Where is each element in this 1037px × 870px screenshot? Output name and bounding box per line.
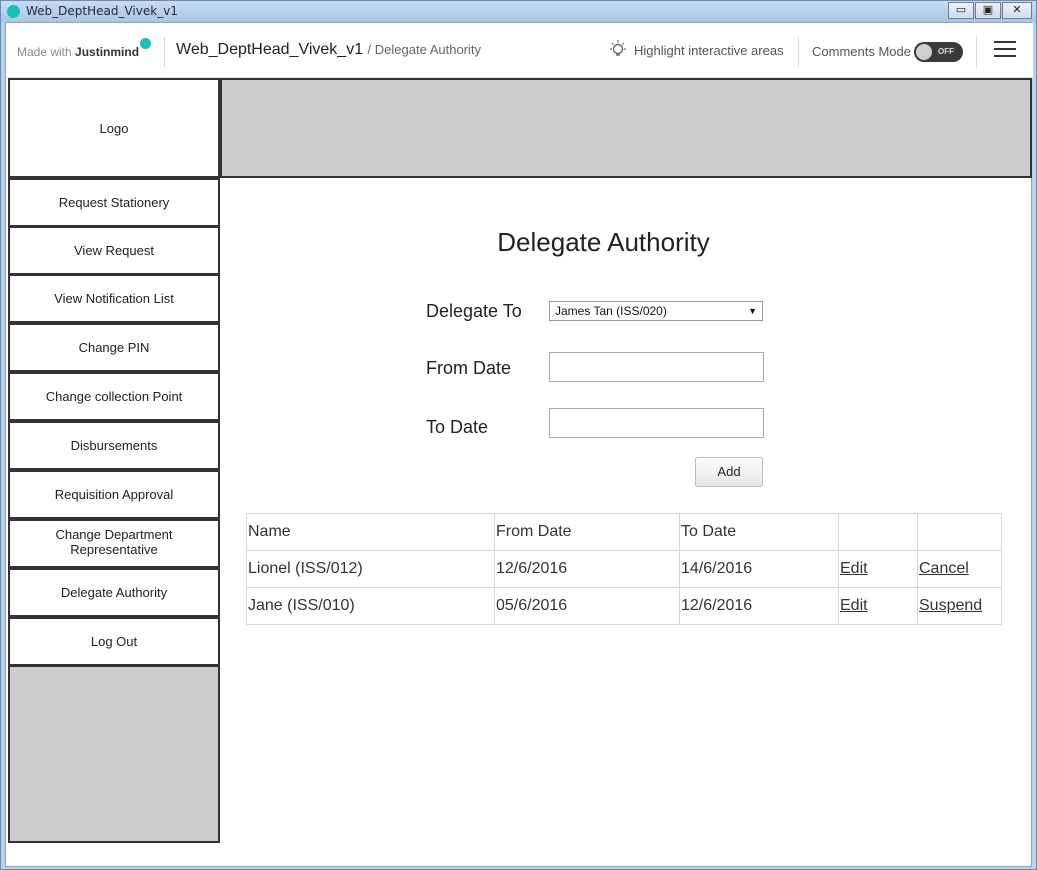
- lightbulb-icon[interactable]: [609, 40, 627, 60]
- delegation-table: Name From Date To Date Lionel (ISS/012) …: [246, 513, 1002, 625]
- highlight-interactive-toggle[interactable]: Highlight interactive areas: [634, 43, 784, 58]
- header-divider: [164, 37, 165, 67]
- page-path: / Delegate Authority: [367, 42, 482, 57]
- client-area: Made with Justinmind Web_DeptHead_Vivek_…: [5, 22, 1033, 867]
- close-button[interactable]: ✕: [1002, 2, 1032, 19]
- app-icon: [7, 5, 20, 18]
- cell-action2: Cancel: [917, 550, 1002, 588]
- page-title: Delegate Authority: [497, 227, 710, 257]
- made-with-label[interactable]: Made with Justinmind: [17, 45, 139, 59]
- brand-logo-icon: [140, 38, 151, 49]
- cell-from-date: 05/6/2016: [494, 587, 680, 625]
- app-window: Web_DeptHead_Vivek_v1 ▭ ▣ ✕ Made with Ju…: [0, 0, 1037, 870]
- menu-icon[interactable]: [994, 41, 1016, 59]
- header-divider: [976, 37, 977, 67]
- cell-to-date: 14/6/2016: [679, 550, 839, 588]
- logo-placeholder: Logo: [8, 78, 220, 178]
- nav-delegate-authority[interactable]: Delegate Authority: [8, 568, 220, 617]
- cell-action2: Suspend: [917, 587, 1002, 625]
- edit-link[interactable]: Edit: [840, 597, 868, 614]
- cell-from-date: 12/6/2016: [494, 550, 680, 588]
- switch-knob: [916, 44, 932, 60]
- suspend-link[interactable]: Suspend: [919, 597, 982, 614]
- comments-mode-switch[interactable]: OFF: [914, 42, 963, 62]
- delegate-to-label: Delegate To: [426, 301, 522, 321]
- nav-view-notification-list[interactable]: View Notification List: [8, 274, 220, 323]
- minimize-button[interactable]: ▭: [948, 2, 974, 19]
- header-divider: [798, 37, 799, 67]
- nav-log-out[interactable]: Log Out: [8, 617, 220, 666]
- table-row: Lionel (ISS/012) 12/6/2016 14/6/2016 Edi…: [246, 550, 1002, 588]
- dropdown-arrow-icon: ▼: [748, 306, 757, 316]
- edit-link[interactable]: Edit: [840, 560, 868, 577]
- brand-name: Justinmind: [75, 45, 140, 59]
- column-header-from-date: From Date: [494, 513, 680, 551]
- restore-button[interactable]: ▣: [975, 2, 1001, 19]
- nav-change-department-representative[interactable]: Change Department Representative: [8, 519, 220, 568]
- column-header-action1: [838, 513, 918, 551]
- cell-name: Lionel (ISS/012): [246, 550, 495, 588]
- comments-mode-label: Comments Mode: [812, 44, 911, 59]
- made-with-text: Made with: [17, 45, 72, 59]
- nav-change-collection-point[interactable]: Change collection Point: [8, 372, 220, 421]
- table-row: Jane (ISS/010) 05/6/2016 12/6/2016 Edit …: [246, 587, 1002, 625]
- window-controls: ▭ ▣ ✕: [947, 2, 1032, 19]
- cell-action1: Edit: [838, 587, 918, 625]
- banner-placeholder: [220, 78, 1032, 178]
- column-header-to-date: To Date: [679, 513, 839, 551]
- nav-requisition-approval[interactable]: Requisition Approval: [8, 470, 220, 519]
- project-name: Web_DeptHead_Vivek_v1: [176, 41, 364, 58]
- nav-disbursements[interactable]: Disbursements: [8, 421, 220, 470]
- nav-change-pin[interactable]: Change PIN: [8, 323, 220, 372]
- window-titlebar[interactable]: Web_DeptHead_Vivek_v1 ▭ ▣ ✕: [1, 1, 1036, 22]
- cell-to-date: 12/6/2016: [679, 587, 839, 625]
- sidebar-filler: [8, 665, 220, 843]
- nav-view-request[interactable]: View Request: [8, 226, 220, 275]
- project-breadcrumb: Web_DeptHead_Vivek_v1 / Delegate Authori…: [176, 41, 481, 59]
- add-button[interactable]: Add: [695, 457, 763, 487]
- delegate-to-select[interactable]: James Tan (ISS/020) ▼: [549, 301, 763, 321]
- column-header-action2: [917, 513, 1002, 551]
- cell-action1: Edit: [838, 550, 918, 588]
- delegate-to-value: James Tan (ISS/020): [555, 304, 667, 318]
- switch-state: OFF: [938, 47, 954, 56]
- cell-name: Jane (ISS/010): [246, 587, 495, 625]
- column-header-name: Name: [246, 513, 495, 551]
- to-date-input[interactable]: [549, 408, 764, 438]
- to-date-label: To Date: [426, 417, 489, 437]
- from-date-input[interactable]: [549, 352, 764, 382]
- viewer-header: Made with Justinmind Web_DeptHead_Vivek_…: [6, 23, 1033, 78]
- table-header-row: Name From Date To Date: [246, 513, 1002, 551]
- from-date-label: From Date: [426, 358, 512, 378]
- window-title: Web_DeptHead_Vivek_v1: [26, 4, 178, 18]
- nav-request-stationery[interactable]: Request Stationery: [8, 178, 220, 227]
- cancel-link[interactable]: Cancel: [919, 560, 969, 577]
